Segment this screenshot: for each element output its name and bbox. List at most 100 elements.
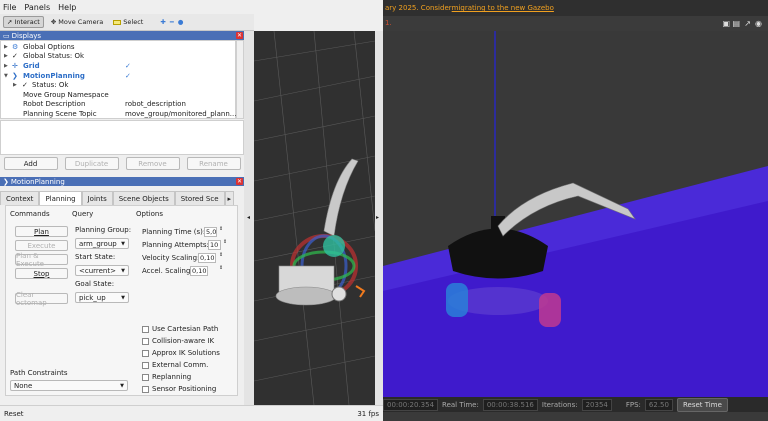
menu-file[interactable]: File: [3, 3, 16, 12]
spin-arrows-icon[interactable]: ⇕: [219, 265, 223, 271]
collision-aware-ik-checkbox[interactable]: Collision-aware IK: [142, 337, 214, 345]
plan-and-execute-button[interactable]: Plan & Execute: [15, 252, 68, 268]
move-camera-label: Move Camera: [58, 18, 104, 26]
tree-row-global-options[interactable]: ▶ ⚙ Global Options: [1, 42, 237, 52]
goal-state-select[interactable]: pick_up ▼: [75, 292, 129, 303]
close-icon[interactable]: ✕: [236, 32, 243, 39]
checkbox-box: [142, 325, 149, 333]
menu-panels[interactable]: Panels: [24, 3, 50, 12]
iterations-field: 20354: [581, 398, 612, 411]
external-comm-checkbox[interactable]: External Comm.: [142, 361, 208, 369]
start-state-select[interactable]: <current> ▼: [75, 265, 129, 276]
select-box-icon: [113, 19, 122, 25]
tree-row-motionplanning[interactable]: ▼ ❯ MotionPlanning ✓: [1, 71, 237, 81]
chevron-down-icon: ▼: [121, 267, 125, 274]
replanning-checkbox[interactable]: Replanning: [142, 373, 191, 381]
planning-group-select[interactable]: arm_group ▼: [75, 238, 129, 249]
plot-icon[interactable]: ↗: [744, 19, 751, 28]
grid-enabled-checkbox[interactable]: ✓: [125, 62, 131, 70]
expand-icon[interactable]: ▶: [4, 63, 8, 69]
tab-scroll-right-icon[interactable]: ▸: [224, 191, 235, 205]
grid-icon: ✛: [12, 61, 18, 70]
interact-tool[interactable]: ➚ Interact: [3, 16, 44, 28]
tab-stored-scenes[interactable]: Stored Sce: [174, 191, 225, 205]
checkbox-box: [142, 361, 149, 369]
start-state-label: Start State:: [75, 253, 116, 261]
add-tool-icon[interactable]: ✚: [160, 18, 165, 26]
fps-field: 62.50: [644, 398, 673, 411]
tree-row-global-status[interactable]: ▶ ✓ Global Status: Ok: [1, 52, 237, 62]
approx-ik-solutions-checkbox[interactable]: Approx IK Solutions: [142, 349, 220, 357]
displays-panel-header: ▭ Displays ✕: [0, 31, 244, 40]
sensor-positioning-checkbox[interactable]: Sensor Positioning: [142, 385, 216, 393]
checkmark-icon: ✓: [22, 81, 28, 90]
status-bar: Reset 31 fps: [0, 405, 383, 421]
expand-icon[interactable]: ▶: [13, 82, 17, 88]
remove-button[interactable]: Remove: [125, 157, 180, 170]
rviz-3d-viewport[interactable]: [254, 31, 375, 405]
select-tool[interactable]: Select: [110, 17, 146, 27]
tab-joints[interactable]: Joints: [81, 191, 113, 205]
collapse-right-icon[interactable]: ▸: [376, 214, 379, 221]
accel-scaling-spinbox[interactable]: 0,10: [190, 266, 208, 276]
tree-row-planning-scene-topic[interactable]: Planning Scene Topic move_group/monitore…: [1, 109, 237, 119]
spin-arrows-icon[interactable]: ⇕: [219, 226, 223, 232]
tab-context[interactable]: Context: [0, 191, 40, 205]
clear-octomap-button[interactable]: Clear octomap: [15, 291, 68, 307]
collapse-icon[interactable]: ▼: [4, 73, 8, 79]
stop-button[interactable]: Stop: [15, 268, 68, 279]
path-constraints-select[interactable]: None ▼: [10, 380, 128, 391]
planning-attempts-spinbox[interactable]: 10: [208, 240, 221, 250]
collapse-left-icon[interactable]: ◂: [247, 214, 250, 221]
tree-value[interactable]: robot_description: [125, 100, 186, 108]
move-camera-tool[interactable]: ✥ Move Camera: [48, 17, 106, 27]
tree-row-move-group-namespace[interactable]: Move Group Namespace: [1, 90, 237, 100]
tree-row-status[interactable]: ▶ ✓ Status: Ok: [1, 80, 237, 90]
checkbox-label: Collision-aware IK: [152, 337, 215, 345]
tree-label: Status: Ok: [32, 81, 69, 90]
checkmark-icon: ✓: [12, 52, 18, 61]
reset-time-button[interactable]: Reset Time: [676, 397, 728, 412]
reset-button[interactable]: Reset: [4, 410, 24, 418]
tool-properties-icon[interactable]: ●: [178, 18, 184, 26]
add-button[interactable]: Add: [3, 157, 58, 170]
velocity-scaling-spinbox[interactable]: 0,10: [198, 253, 216, 263]
cursor-icon: ➚: [7, 18, 13, 26]
close-icon[interactable]: ✕: [236, 178, 243, 185]
tree-row-robot-description[interactable]: Robot Description robot_description: [1, 100, 237, 110]
tab-planning[interactable]: Planning: [39, 191, 82, 205]
spin-arrows-icon[interactable]: ⇕: [219, 252, 223, 258]
spin-arrows-icon[interactable]: ⇕: [223, 239, 227, 245]
planning-time-spinbox[interactable]: 5,0: [204, 227, 217, 237]
rename-button[interactable]: Rename: [186, 157, 241, 170]
left-splitter-handle[interactable]: ◂: [244, 31, 254, 405]
menu-help[interactable]: Help: [58, 3, 76, 12]
remove-tool-icon[interactable]: ━: [170, 18, 174, 26]
log-icon[interactable]: ▤: [732, 19, 740, 28]
gazebo-time-bar: 00:00:20.354 Real Time: 00:00:38.516 Ite…: [383, 397, 768, 412]
expand-icon[interactable]: ▶: [4, 44, 8, 50]
motionplanning-tabs: Context Planning Joints Scene Objects St…: [0, 191, 244, 205]
duplicate-button[interactable]: Duplicate: [64, 157, 119, 170]
sim-time-field: 00:00:20.354: [383, 398, 439, 411]
displays-scrollbar[interactable]: [236, 40, 244, 119]
planning-tab-body: Commands Query Options Plan Execute Plan…: [5, 205, 238, 396]
displays-button-row: Add Duplicate Remove Rename: [0, 157, 244, 170]
motionplanning-title: MotionPlanning: [10, 177, 65, 186]
gazebo-toolbar: 1. ▣ ▤ ↗ ◉: [383, 16, 768, 31]
gear-icon: ⚙: [12, 42, 19, 51]
tree-value[interactable]: move_group/monitored_plann...: [125, 110, 236, 118]
tab-scene-objects[interactable]: Scene Objects: [112, 191, 175, 205]
right-splitter-handle[interactable]: ▸: [375, 31, 383, 405]
banner-text: ary 2025. Consider: [385, 4, 452, 12]
execute-button[interactable]: Execute: [15, 240, 68, 251]
plan-button[interactable]: Plan: [15, 226, 68, 237]
video-icon[interactable]: ◉: [755, 19, 762, 28]
motionplanning-enabled-checkbox[interactable]: ✓: [125, 72, 131, 80]
migration-link[interactable]: migrating to the new Gazebo: [452, 4, 554, 12]
screenshot-icon[interactable]: ▣: [722, 19, 730, 28]
use-cartesian-path-checkbox[interactable]: Use Cartesian Path: [142, 325, 218, 333]
tree-row-grid[interactable]: ▶ ✛ Grid ✓: [1, 61, 237, 71]
tree-label: Planning Scene Topic: [23, 109, 97, 118]
expand-icon[interactable]: ▶: [4, 53, 8, 59]
